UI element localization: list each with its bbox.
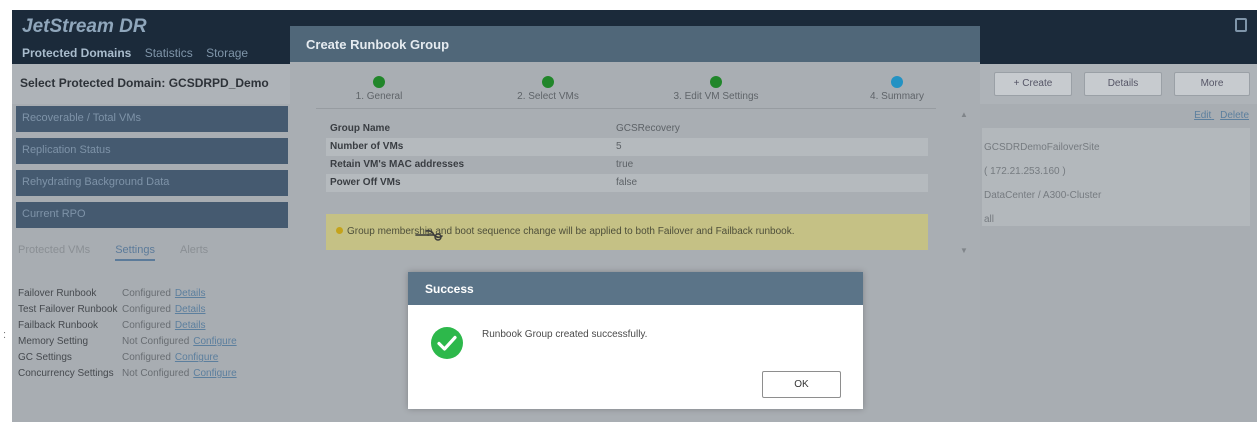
right-panel: Edit Delete GCSDRDemoFailoverSite ( 172.… <box>980 104 1257 422</box>
pointer-hand-icon <box>415 230 443 241</box>
failover-datacenter: DataCenter / A300-Cluster <box>984 190 1102 201</box>
create-button[interactable]: + Create <box>994 72 1072 96</box>
edit-link[interactable]: Edit <box>1194 110 1211 121</box>
failover-site-name: GCSDRDemoFailoverSite <box>984 142 1100 153</box>
summary-key: Group Name <box>330 123 391 134</box>
app-title: JetStream DR <box>22 16 147 37</box>
delete-link[interactable]: Delete <box>1220 110 1249 121</box>
setting-action-link[interactable]: Details <box>175 304 206 315</box>
nav-storage[interactable]: Storage <box>204 46 256 60</box>
setting-value: Configured <box>122 288 171 299</box>
tab-alerts[interactable]: Alerts <box>180 244 208 256</box>
summary-value: true <box>616 159 634 170</box>
left-tabs: Protected VMs Settings Alerts <box>18 244 230 261</box>
summary-value: GCSRecovery <box>616 123 680 134</box>
scroll-up-icon[interactable]: ▲ <box>960 110 968 119</box>
summary-value: 5 <box>616 141 622 152</box>
warning-dot-icon <box>336 227 343 234</box>
settings-row: GC Settings Configured Configure <box>18 350 237 366</box>
dialog-title: Create Runbook Group <box>306 37 450 52</box>
step-label: 3. Edit VM Settings <box>673 91 759 102</box>
setting-action-link[interactable]: Details <box>175 288 206 299</box>
more-button[interactable]: More <box>1174 72 1250 96</box>
summary-key: Number of VMs <box>330 141 404 152</box>
nav-protected-domains[interactable]: Protected Domains <box>20 46 139 60</box>
step-summary[interactable]: 4. Summary <box>832 76 962 102</box>
scroll-down-icon[interactable]: ▼ <box>960 246 968 255</box>
settings-row: Failover Runbook Configured Details <box>18 286 237 302</box>
steps-divider <box>316 108 936 109</box>
setting-key: Concurrency Settings <box>18 368 114 379</box>
protected-domain-label[interactable]: Select Protected Domain: GCSDRPD_Demo <box>20 76 269 90</box>
setting-key: GC Settings <box>18 352 72 363</box>
ok-button[interactable]: OK <box>762 371 841 398</box>
right-toolbar: + Create Details More <box>980 64 1257 104</box>
setting-value: Configured <box>122 320 171 331</box>
summary-key: Retain VM's MAC addresses <box>330 159 465 170</box>
step-select-vms[interactable]: 2. Select VMs <box>483 76 613 102</box>
summary-key: Power Off VMs <box>330 177 401 188</box>
step-label: 1. General <box>355 91 403 102</box>
table-row: Power Off VMs false <box>326 174 928 192</box>
setting-key: Failover Runbook <box>18 288 97 299</box>
success-title: Success <box>425 282 474 296</box>
step-complete-icon <box>373 76 385 88</box>
tab-protected-vms[interactable]: Protected VMs <box>18 244 90 256</box>
table-row: Group Name GCSRecovery <box>326 120 928 138</box>
setting-value: Not Configured <box>122 368 190 379</box>
setting-key: Memory Setting <box>18 336 89 347</box>
failover-scope: all <box>984 214 995 225</box>
settings-row: Memory Setting Not Configured Configure <box>18 334 237 350</box>
failover-site-ip: ( 172.21.253.160 ) <box>984 166 1066 177</box>
step-general[interactable]: 1. General <box>314 76 444 102</box>
setting-value: Configured <box>122 352 171 363</box>
app-nav: Protected Domains Statistics Storage <box>20 46 256 60</box>
step-label: 4. Summary <box>870 91 924 102</box>
step-label: 2. Select VMs <box>517 91 579 102</box>
summary-value: false <box>616 177 638 188</box>
setting-action-link[interactable]: Details <box>175 320 206 331</box>
bar-replication-status[interactable]: Replication Status <box>16 138 288 164</box>
check-circle-icon <box>431 327 463 359</box>
right-links: Edit Delete <box>1188 110 1249 121</box>
details-button[interactable]: Details <box>1084 72 1162 96</box>
window-icon[interactable] <box>1235 18 1247 32</box>
step-complete-icon <box>710 76 722 88</box>
summary-table: Group Name GCSRecovery Number of VMs 5 R… <box>326 120 928 192</box>
setting-action-link[interactable]: Configure <box>193 336 236 347</box>
table-row: Number of VMs 5 <box>326 138 928 156</box>
left-panel: Recoverable / Total VMs Replication Stat… <box>12 104 290 422</box>
setting-key: Failback Runbook <box>18 320 99 331</box>
bar-recoverable-vms[interactable]: Recoverable / Total VMs <box>16 106 288 132</box>
edge-mark: : <box>3 329 7 341</box>
setting-action-link[interactable]: Configure <box>175 352 218 363</box>
settings-row: Test Failover Runbook Configured Details <box>18 302 237 318</box>
nav-statistics[interactable]: Statistics <box>143 46 201 60</box>
bar-rehydrating-data[interactable]: Rehydrating Background Data <box>16 170 288 196</box>
step-current-icon <box>891 76 903 88</box>
screen: JetStream DR Protected Domains Statistic… <box>0 0 1257 422</box>
setting-value: Not Configured <box>122 336 190 347</box>
settings-list: Failover Runbook Configured Details Test F… <box>18 286 237 382</box>
table-row: Retain VM's MAC addresses true <box>326 156 928 174</box>
step-edit-vm-settings[interactable]: 3. Edit VM Settings <box>651 76 781 102</box>
setting-key: Test Failover Runbook <box>18 304 118 315</box>
success-message: Runbook Group created successfully. <box>482 329 648 340</box>
setting-action-link[interactable]: Configure <box>193 368 236 379</box>
wizard-steps: 1. General 2. Select VMs 3. Edit VM Sett… <box>290 76 980 106</box>
dialog-header: Create Runbook Group <box>290 26 980 62</box>
step-complete-icon <box>542 76 554 88</box>
runbook-info: GCSDRDemoFailoverSite ( 172.21.253.160 )… <box>984 136 1101 232</box>
success-dialog: Success Runbook Group created successful… <box>408 272 863 409</box>
settings-row: Failback Runbook Configured Details <box>18 318 237 334</box>
setting-value: Configured <box>122 304 171 315</box>
success-header: Success <box>408 272 863 305</box>
summary-scrollbar[interactable]: ▲ ▼ <box>958 110 970 258</box>
bar-current-rpo[interactable]: Current RPO <box>16 202 288 228</box>
tab-settings[interactable]: Settings <box>115 244 155 261</box>
settings-row: Concurrency Settings Not Configured Config… <box>18 366 237 382</box>
